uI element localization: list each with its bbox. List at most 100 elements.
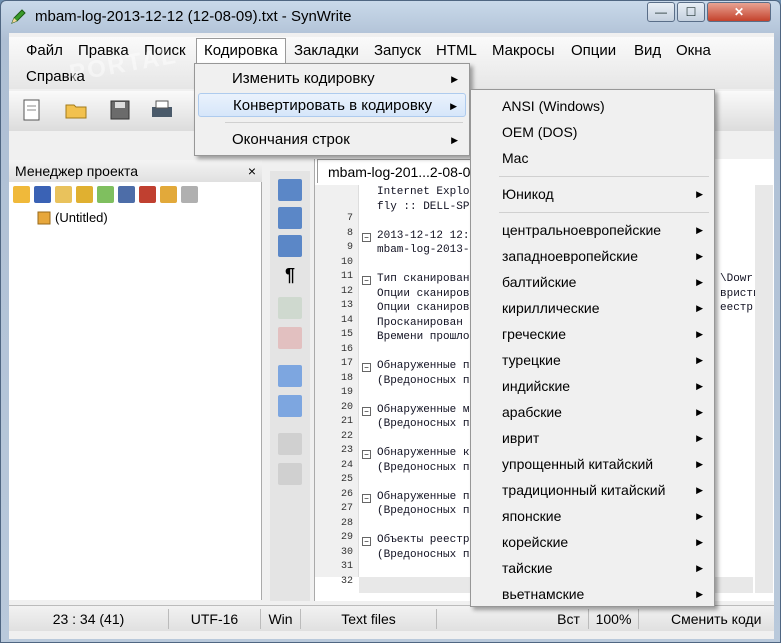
- code-line[interactable]: Обнаруженные м: [377, 404, 469, 416]
- save-icon[interactable]: [107, 97, 133, 123]
- menu-item-encoding-group[interactable]: иврит ▶: [474, 426, 711, 450]
- menu-item-encoding-group[interactable]: арабские ▶: [474, 400, 711, 424]
- status-line-endings[interactable]: Win: [261, 609, 301, 629]
- open-project-icon[interactable]: [13, 186, 30, 203]
- code-line[interactable]: Обнаруженные п: [377, 360, 469, 372]
- menu-item-unicode[interactable]: Юникод ▶: [474, 182, 711, 206]
- menu-item-encoding-group[interactable]: греческие ▶: [474, 322, 711, 346]
- code-line[interactable]: (Вредоносных п: [377, 549, 469, 561]
- code-line[interactable]: Тип сканирован: [377, 273, 469, 285]
- line-number: 8: [346, 227, 353, 239]
- code-line[interactable]: Обнаруженные п: [377, 491, 469, 503]
- menu-item-encoding-group[interactable]: вьетнамские ▶: [474, 582, 711, 606]
- new-file-icon[interactable]: [19, 97, 45, 123]
- menu-item-encoding-group[interactable]: индийские ▶: [474, 374, 711, 398]
- menu-file[interactable]: Файл: [19, 39, 70, 63]
- code-line[interactable]: mbam-log-2013-: [377, 244, 469, 256]
- fold-toggle-icon[interactable]: −: [362, 493, 371, 503]
- menu-item-encoding-group[interactable]: корейские ▶: [474, 530, 711, 554]
- menu-macros[interactable]: Макросы: [485, 39, 562, 63]
- remove-icon[interactable]: [139, 186, 156, 203]
- fold-toggle-icon[interactable]: −: [362, 406, 371, 416]
- line-number: 15: [340, 329, 353, 340]
- menu-item-encoding-group[interactable]: западноевропейские ▶: [474, 244, 711, 268]
- line-number: 22: [340, 430, 353, 442]
- menu-view[interactable]: Вид: [627, 39, 668, 63]
- editor-tab[interactable]: mbam-log-201...2-08-09).txt: [317, 159, 487, 183]
- fold-toggle-icon[interactable]: −: [362, 450, 371, 459]
- maximize-button[interactable]: ☐: [677, 2, 705, 22]
- menu-run[interactable]: Запуск: [367, 39, 428, 63]
- menu-item-encoding-group[interactable]: турецкие ▶: [474, 348, 711, 372]
- menu-options[interactable]: Опции: [564, 39, 623, 63]
- menu-bookmarks[interactable]: Закладки: [287, 39, 366, 63]
- code-line[interactable]: Опции сканиров: [377, 302, 469, 314]
- menu-item-encoding-group[interactable]: упрощенный китайский ▶: [474, 452, 711, 476]
- add-file-icon[interactable]: [97, 186, 114, 203]
- menu-item-convert-encoding[interactable]: Конвертировать в кодировку ▶: [198, 93, 466, 117]
- add-folder-icon[interactable]: [55, 186, 72, 203]
- status-zoom[interactable]: 100%: [589, 609, 639, 629]
- indent-down-icon[interactable]: [278, 207, 302, 229]
- menu-item-line-endings[interactable]: Окончания строк ▶: [198, 128, 466, 152]
- status-encoding[interactable]: UTF-16: [169, 609, 261, 629]
- code-line[interactable]: Просканирован: [377, 317, 463, 329]
- menu-item-encoding-group[interactable]: кириллические ▶: [474, 296, 711, 320]
- menu-item-encoding-group[interactable]: балтийские ▶: [474, 270, 711, 294]
- refresh-icon[interactable]: [160, 186, 177, 203]
- status-insert-mode[interactable]: Вст: [549, 609, 589, 629]
- code-line[interactable]: fly :: DELL-SP: [377, 201, 469, 213]
- title-bar[interactable]: mbam-log-2013-12-12 (12-08-09).txt - Syn…: [1, 1, 781, 33]
- menu-item-encoding-group[interactable]: японские ▶: [474, 504, 711, 528]
- pilcrow-icon[interactable]: ¶: [278, 265, 302, 287]
- comment-add-icon[interactable]: [278, 297, 302, 319]
- menu-windows[interactable]: Окна: [669, 39, 718, 63]
- fold-toggle-icon[interactable]: −: [362, 276, 371, 285]
- menu-item-encoding[interactable]: OEM (DOS): [474, 120, 711, 144]
- fold-toggle-icon[interactable]: −: [362, 363, 371, 372]
- add-files-icon[interactable]: [76, 186, 93, 203]
- code-line[interactable]: (Вредоносных п: [377, 375, 469, 387]
- save-project-icon[interactable]: [34, 186, 51, 203]
- line-number: 24: [340, 459, 353, 471]
- status-position[interactable]: 23 : 34 (41): [9, 609, 169, 629]
- fold-toggle-icon[interactable]: −: [362, 537, 371, 546]
- sort-down-icon[interactable]: [278, 395, 302, 417]
- column-align-icon[interactable]: [278, 463, 302, 485]
- submenu-arrow-icon: ▶: [696, 433, 703, 443]
- project-settings-icon[interactable]: [118, 186, 135, 203]
- menu-item-encoding-group[interactable]: традиционный китайский ▶: [474, 478, 711, 502]
- close-button[interactable]: ✕: [707, 2, 771, 22]
- vertical-scrollbar[interactable]: [755, 185, 773, 593]
- fold-toggle-icon[interactable]: −: [362, 232, 371, 242]
- menu-encoding[interactable]: Кодировка: [196, 38, 286, 63]
- minimize-button[interactable]: —: [647, 2, 675, 22]
- print-icon[interactable]: [149, 97, 175, 123]
- comment-remove-icon[interactable]: [278, 327, 302, 349]
- status-lexer[interactable]: Text files: [301, 609, 437, 629]
- menu-item-encoding[interactable]: Mac: [474, 146, 711, 170]
- tree-item-untitled[interactable]: (Untitled): [37, 210, 108, 225]
- code-line[interactable]: Internet Explo: [377, 186, 469, 198]
- code-line[interactable]: Объекты реестр: [377, 534, 469, 546]
- code-line[interactable]: Обнаруженные к: [377, 447, 469, 459]
- code-line[interactable]: (Вредоносных п: [377, 418, 469, 430]
- sort-up-icon[interactable]: [278, 365, 302, 387]
- indent-left-icon[interactable]: [278, 179, 302, 201]
- column-icon[interactable]: [278, 433, 302, 455]
- code-line[interactable]: 2013-12-12 12:: [377, 230, 469, 242]
- menu-item-encoding-group[interactable]: тайские ▶: [474, 556, 711, 580]
- menu-item-change-encoding[interactable]: Изменить кодировку ▶: [198, 67, 466, 91]
- code-line[interactable]: (Вредоносных п: [377, 505, 469, 517]
- code-line[interactable]: (Вредоносных п: [377, 462, 469, 474]
- menu-item-encoding[interactable]: ANSI (Windows): [474, 94, 711, 118]
- code-line[interactable]: Опции сканиров: [377, 288, 469, 300]
- indent-right-icon[interactable]: [278, 235, 302, 257]
- menu-html[interactable]: HTML: [429, 39, 484, 63]
- panel-close-button[interactable]: ×: [248, 160, 256, 182]
- code-line-fragment: еестр: [720, 302, 754, 314]
- code-line[interactable]: Времени прошло: [377, 331, 469, 343]
- gear-icon[interactable]: [181, 186, 198, 203]
- menu-item-encoding-group[interactable]: центральноевропейские ▶: [474, 218, 711, 242]
- open-folder-icon[interactable]: [63, 97, 89, 123]
